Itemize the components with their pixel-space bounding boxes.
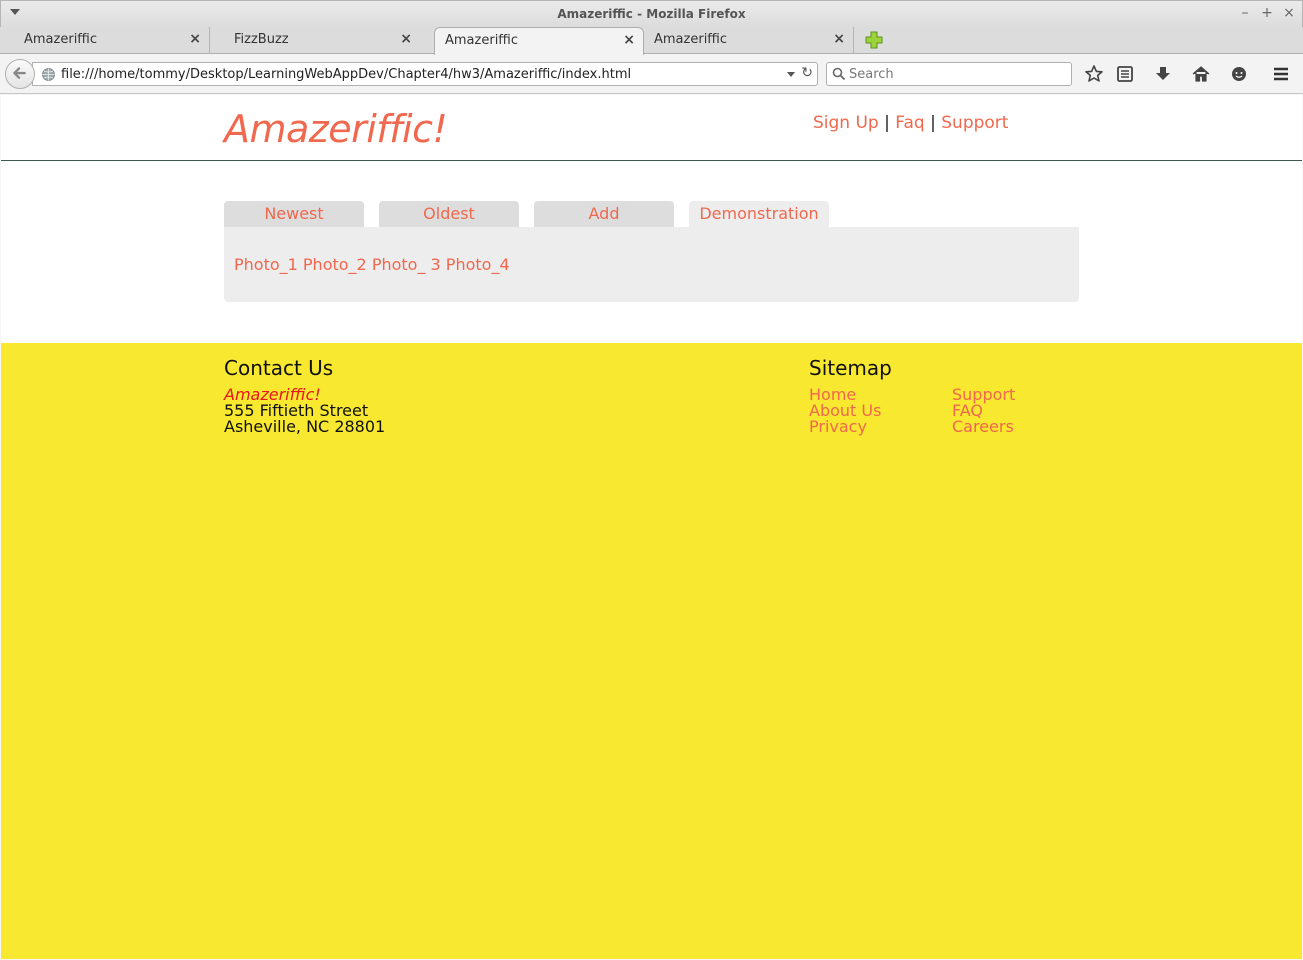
tab-label: FizzBuzz: [234, 32, 289, 47]
close-window-button[interactable]: ×: [1281, 5, 1297, 21]
window-titlebar: Amazeriffic - Mozilla Firefox – + ×: [0, 0, 1303, 27]
browser-tab[interactable]: FizzBuzz ×: [210, 27, 420, 54]
nav-separator: |: [878, 113, 896, 133]
window-title: Amazeriffic - Mozilla Firefox: [557, 7, 746, 21]
search-bar[interactable]: [826, 62, 1072, 86]
header-nav: Sign Up | Faq | Support: [813, 113, 1008, 133]
tab-strip: Amazeriffic × FizzBuzz × Amazeriffic × A…: [0, 27, 1303, 55]
support-link[interactable]: Support: [941, 113, 1008, 133]
content-tabs: Newest Oldest Add Demonstration: [224, 201, 1084, 227]
tab-close-icon[interactable]: ×: [833, 31, 845, 47]
contact-address: Amazeriffic! 555 Fiftieth Street Ashevil…: [224, 387, 385, 435]
faq-link[interactable]: Faq: [895, 113, 924, 133]
nav-separator: |: [924, 113, 942, 133]
tab-close-icon[interactable]: ×: [623, 32, 635, 48]
globe-icon: [42, 68, 55, 81]
url-dropdown-icon[interactable]: [787, 72, 795, 77]
city-address: Asheville, NC 28801: [224, 417, 386, 436]
hamburger-menu-icon[interactable]: [1271, 64, 1291, 84]
sitemap-link-careers[interactable]: Careers: [952, 419, 1015, 435]
url-bar[interactable]: file:///home/tommy/Desktop/LearningWebAp…: [32, 62, 818, 86]
tab-close-icon[interactable]: ×: [189, 31, 201, 47]
tab-close-icon[interactable]: ×: [400, 31, 412, 47]
site-header: Amazeriffic! Sign Up | Faq | Support: [1, 95, 1302, 161]
hello-chat-icon[interactable]: [1229, 64, 1249, 84]
sitemap-column-1: Home About Us Privacy: [809, 387, 881, 435]
maximize-button[interactable]: +: [1259, 5, 1275, 21]
home-icon[interactable]: [1191, 64, 1211, 84]
back-button[interactable]: [5, 59, 35, 89]
reading-list-icon[interactable]: [1115, 64, 1135, 84]
photo-list[interactable]: Photo_1 Photo_2 Photo_ 3 Photo_4: [234, 255, 510, 274]
bookmark-star-icon[interactable]: [1084, 64, 1104, 84]
back-arrow-icon: [13, 67, 26, 79]
url-text[interactable]: file:///home/tommy/Desktop/LearningWebAp…: [61, 67, 631, 82]
contact-heading: Contact Us: [224, 356, 334, 380]
tab-content-panel: Photo_1 Photo_2 Photo_ 3 Photo_4: [224, 227, 1079, 302]
browser-tab[interactable]: Amazeriffic ×: [644, 27, 854, 54]
site-footer: Contact Us Amazeriffic! 555 Fiftieth Str…: [1, 343, 1302, 959]
page-content: Amazeriffic! Sign Up | Faq | Support New…: [1, 95, 1302, 959]
reload-icon[interactable]: ↻: [801, 65, 813, 81]
navigation-toolbar: file:///home/tommy/Desktop/LearningWebAp…: [0, 55, 1303, 94]
browser-tab[interactable]: Amazeriffic ×: [0, 27, 210, 54]
browser-tab-active[interactable]: Amazeriffic ×: [434, 27, 644, 55]
sitemap-heading: Sitemap: [809, 356, 892, 380]
tab-oldest[interactable]: Oldest: [379, 201, 519, 227]
minimize-button[interactable]: –: [1237, 5, 1253, 21]
site-logo[interactable]: Amazeriffic!: [224, 107, 448, 151]
search-input[interactable]: [849, 65, 1064, 83]
search-icon: [832, 67, 846, 81]
tab-add[interactable]: Add: [534, 201, 674, 227]
tab-label: Amazeriffic: [24, 32, 98, 47]
sitemap-link-privacy[interactable]: Privacy: [809, 419, 881, 435]
download-icon[interactable]: [1153, 64, 1173, 84]
tab-label: Amazeriffic: [654, 32, 728, 47]
tab-demonstration[interactable]: Demonstration: [689, 201, 829, 227]
new-tab-plus-icon[interactable]: [864, 30, 884, 50]
signup-link[interactable]: Sign Up: [813, 113, 879, 133]
tab-label: Amazeriffic: [445, 33, 519, 48]
tab-newest[interactable]: Newest: [224, 201, 364, 227]
sitemap-column-2: Support FAQ Careers: [952, 387, 1015, 435]
